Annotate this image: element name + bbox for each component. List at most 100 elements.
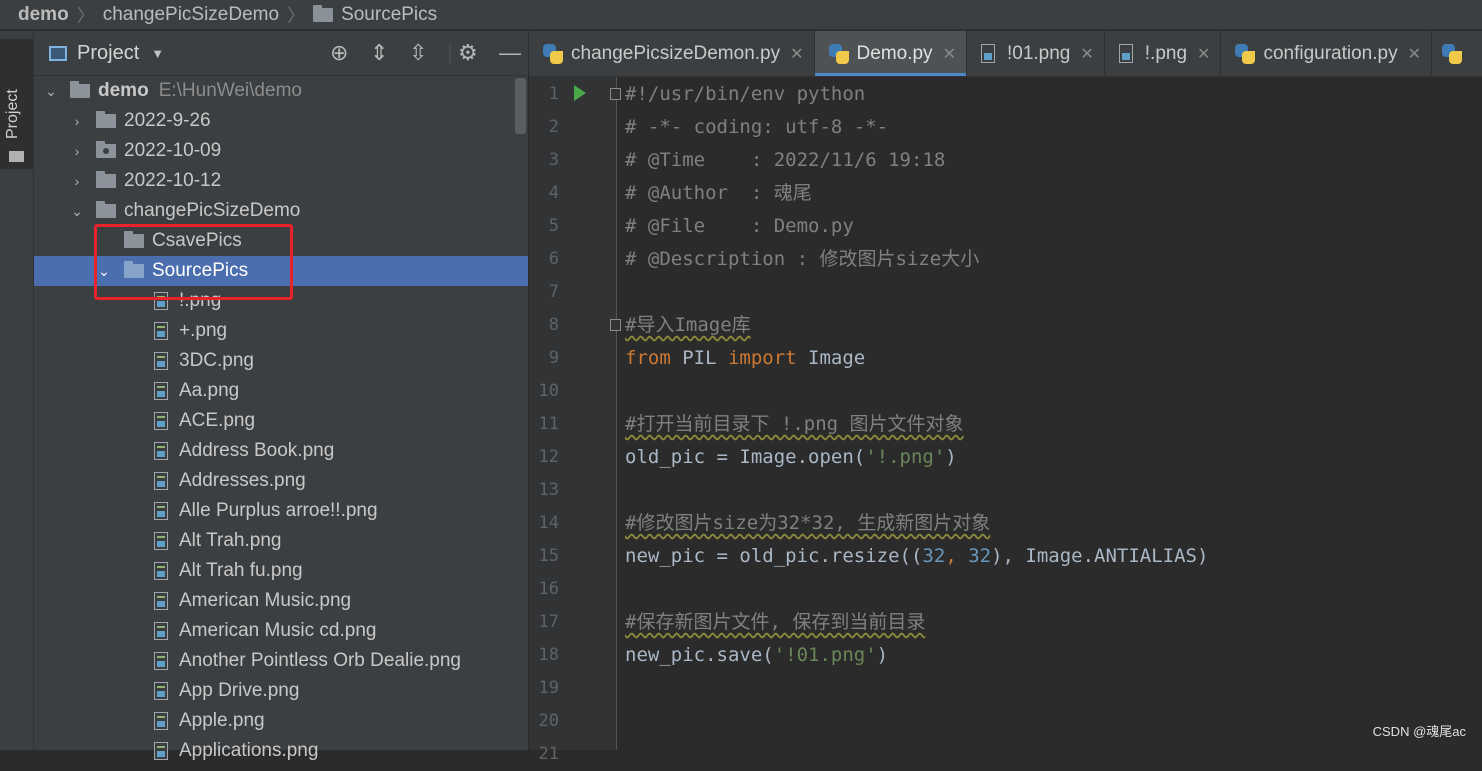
code-line-9: from PIL import Image xyxy=(625,342,1475,375)
locate-target-icon[interactable]: ⊕ xyxy=(330,41,348,65)
line-number: 8 xyxy=(548,315,559,335)
tree-row-file[interactable]: Applications.png xyxy=(34,736,528,766)
chevron-right-icon[interactable]: › xyxy=(70,143,84,159)
tree-row-file[interactable]: +.png xyxy=(34,316,528,346)
gear-icon[interactable]: ⚙ xyxy=(458,41,478,65)
tab-overflow[interactable] xyxy=(1432,31,1470,76)
code-token: old_pic = Image.open( xyxy=(625,446,866,468)
line-number: 14 xyxy=(538,513,559,533)
line-number: 17 xyxy=(538,612,559,632)
tree-row-file[interactable]: !.png xyxy=(34,286,528,316)
collapse-all-icon[interactable]: ⇳ xyxy=(409,41,427,65)
tree-root-path: E:\HunWei\demo xyxy=(158,80,302,101)
tree-item-label: App Drive.png xyxy=(179,680,300,701)
tab-demo-py[interactable]: Demo.py ✕ xyxy=(814,31,967,76)
tree-row-file[interactable]: American Music cd.png xyxy=(34,616,528,646)
number-token: 32 xyxy=(968,545,992,567)
chevron-right-icon[interactable]: › xyxy=(70,113,84,129)
tree-row-file[interactable]: American Music.png xyxy=(34,586,528,616)
chevron-down-icon[interactable]: ⌄ xyxy=(97,263,111,280)
breadcrumb-item-demo[interactable]: demo xyxy=(18,4,69,26)
line-number: 20 xyxy=(538,711,559,731)
python-file-icon xyxy=(543,43,563,64)
code-line-5: # @File : Demo.py xyxy=(625,215,854,237)
tree-item-label: 2022-9-26 xyxy=(124,110,211,131)
code-token: , xyxy=(945,545,969,567)
chevron-down-icon[interactable]: ⌄ xyxy=(44,83,58,100)
tree-row-file[interactable]: 3DC.png xyxy=(34,346,528,376)
line-number: 18 xyxy=(538,645,559,665)
tab-label: changePicsizeDemon.py xyxy=(571,42,781,64)
close-icon[interactable]: ✕ xyxy=(1408,44,1421,64)
code-editor[interactable]: 1 2 3 4 5 6 7 8 9 10 11 12 13 14 15 16 1… xyxy=(529,77,1482,764)
tree-row-file[interactable]: App Drive.png xyxy=(34,676,528,706)
tree-row-folder[interactable]: ⌄ changePicSizeDemo xyxy=(34,196,528,226)
folder-icon xyxy=(70,81,90,98)
code-token: ), Image.ANTIALIAS) xyxy=(991,545,1209,567)
chevron-right-icon[interactable]: › xyxy=(70,173,84,189)
tree-row-file[interactable]: ACE.png xyxy=(34,406,528,436)
project-tree-scrollbar[interactable] xyxy=(515,78,526,134)
breadcrumb-item-changepicsizedemo[interactable]: changePicSizeDemo xyxy=(103,4,279,26)
image-file-icon xyxy=(154,322,168,340)
project-tool-tab[interactable]: Project xyxy=(0,39,33,169)
line-number: 2 xyxy=(548,117,559,137)
tree-row-file[interactable]: Alt Trah fu.png xyxy=(34,556,528,586)
watermark: CSDN @魂尾ac xyxy=(1372,724,1466,739)
line-number: 6 xyxy=(548,249,559,269)
tab-changepicsizedemon-py[interactable]: changePicsizeDemon.py ✕ xyxy=(529,31,815,76)
image-file-icon xyxy=(154,472,168,490)
code-line-18: new_pic.save('!01.png') xyxy=(625,639,1475,672)
run-icon[interactable] xyxy=(574,85,586,101)
close-icon[interactable]: ✕ xyxy=(943,44,956,64)
tree-row-root[interactable]: ⌄ demo E:\HunWei\demo xyxy=(34,76,528,106)
project-view-selector[interactable]: Project xyxy=(77,42,139,65)
tree-row-file[interactable]: Another Pointless Orb Dealie.png xyxy=(34,646,528,676)
tree-row-file[interactable]: Addresses.png xyxy=(34,466,528,496)
image-file-icon xyxy=(154,712,168,730)
tree-row-file[interactable]: Alle Purplus arroe!!.png xyxy=(34,496,528,526)
chevron-down-icon[interactable]: ⌄ xyxy=(70,203,84,220)
minimize-icon[interactable]: — xyxy=(499,41,521,65)
chevron-down-icon[interactable]: ▼ xyxy=(151,46,164,61)
fold-marker-icon[interactable] xyxy=(610,319,621,331)
close-icon[interactable]: ✕ xyxy=(1197,44,1210,64)
tab-01-png[interactable]: !01.png ✕ xyxy=(967,31,1105,76)
tab-png[interactable]: !.png ✕ xyxy=(1105,31,1222,76)
close-icon[interactable]: ✕ xyxy=(790,44,803,64)
line-number: 3 xyxy=(548,150,559,170)
tree-item-label: Address Book.png xyxy=(179,440,335,461)
fold-marker-icon[interactable] xyxy=(610,88,621,100)
code-token: Image xyxy=(796,347,866,369)
expand-all-icon[interactable]: ⇕ xyxy=(370,41,388,65)
tab-configuration-py[interactable]: configuration.py ✕ xyxy=(1221,31,1433,76)
tree-row-folder[interactable]: › 2022-9-26 xyxy=(34,106,528,136)
breadcrumb: demo 〉 changePicSizeDemo 〉 SourcePics xyxy=(0,0,1482,30)
close-icon[interactable]: ✕ xyxy=(1080,44,1093,64)
image-file-icon xyxy=(154,502,168,520)
string-token: '!01.png' xyxy=(773,644,877,666)
code-line-17: #保存新图片文件, 保存到当前目录 xyxy=(625,611,926,633)
tree-item-label: American Music cd.png xyxy=(179,620,377,641)
tree-row-file[interactable]: Alt Trah.png xyxy=(34,526,528,556)
tree-row-folder[interactable]: › 2022-10-12 xyxy=(34,166,528,196)
code-line-3: # @Time : 2022/11/6 19:18 xyxy=(625,149,946,171)
number-token: 32 xyxy=(922,545,946,567)
python-file-icon xyxy=(828,43,849,64)
tab-label: !.png xyxy=(1144,42,1188,64)
tab-label: !01.png xyxy=(1006,42,1071,64)
tree-row-folder-selected[interactable]: ⌄ SourcePics xyxy=(34,256,528,286)
tree-item-label: Applications.png xyxy=(179,740,319,761)
image-file-icon xyxy=(154,532,168,550)
tree-row-folder[interactable]: CsavePics xyxy=(34,226,528,256)
tree-row-folder[interactable]: › 2022-10-09 xyxy=(34,136,528,166)
project-panel: Project ▼ ⊕ ⇕ ⇳ | ⚙ — ⌄ demo E:\HunWei\d… xyxy=(34,31,528,761)
keyword-token: import xyxy=(727,347,797,369)
tree-row-file[interactable]: Address Book.png xyxy=(34,436,528,466)
breadcrumb-separator: 〉 xyxy=(76,5,95,26)
line-number: 19 xyxy=(538,678,559,698)
code-token: new_pic.save( xyxy=(625,644,774,666)
breadcrumb-item-sourcepics[interactable]: SourcePics xyxy=(341,4,437,26)
tree-row-file[interactable]: Aa.png xyxy=(34,376,528,406)
tree-row-file[interactable]: Apple.png xyxy=(34,706,528,736)
